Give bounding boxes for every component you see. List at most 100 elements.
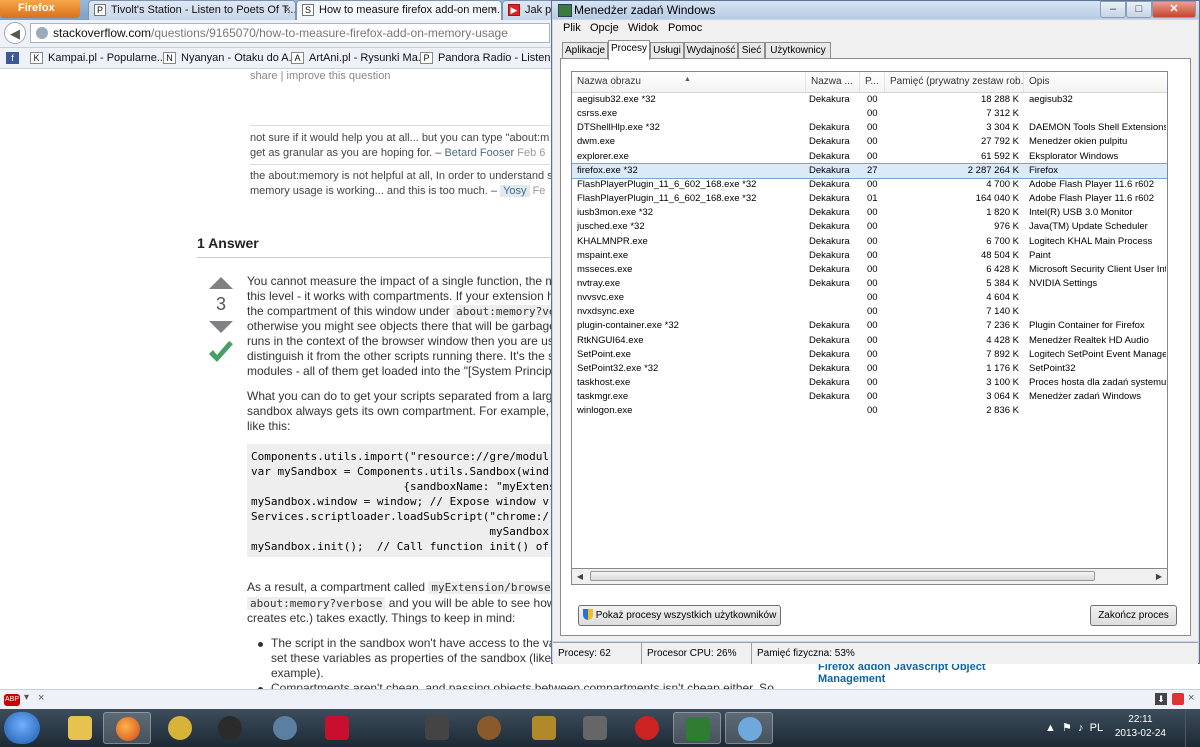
adblock-icon[interactable]: ABP [4,694,20,706]
show-all-processes-button[interactable]: Pokaż procesy wszystkich użytkowników [578,605,781,626]
start-button[interactable] [4,712,40,744]
bookmark-item[interactable]: N Nyanyan - Otaku do A... [163,50,298,66]
language-indicator[interactable]: PL [1090,722,1103,734]
column-description[interactable]: Opis [1024,72,1167,92]
taskbar-key-app[interactable] [156,712,204,744]
taskbar-steam[interactable] [206,712,254,744]
taskbar-fsw[interactable] [413,712,461,744]
process-row[interactable]: msseces.exe Dekakura 00 6 428 K Microsoft Se… [572,263,1167,277]
taskbar-file-explorer[interactable] [56,712,104,744]
volume-icon[interactable]: ♪ [1078,722,1084,734]
column-user-name[interactable]: Nazwa ... [806,72,860,92]
process-row[interactable]: mspaint.exe Dekakura 00 48 504 K Paint [572,249,1167,263]
comment-user-link[interactable]: Betard Fooser [444,147,514,159]
notification-icon[interactable] [1172,693,1184,705]
process-row[interactable]: RtkNGUI64.exe Dekakura 00 4 428 K Menedżer R… [572,334,1167,348]
tab-procesy[interactable]: Procesy [608,40,650,60]
taskbar-bug-app[interactable] [520,712,568,744]
addon-dropdown-icon[interactable]: ▾ [24,692,29,703]
facebook-bookmark[interactable]: f [6,50,19,66]
process-memory: 18 288 K [980,94,1019,105]
process-name: taskhost.exe [577,377,631,388]
process-row[interactable]: taskmgr.exe Dekakura 00 3 064 K Menedżer zad… [572,390,1167,404]
menu-plik[interactable]: Plik [563,22,581,34]
comment: get as granular as you are hoping for. –… [250,147,545,159]
close-icon[interactable]: × [1188,692,1194,704]
tab-wydajnosc[interactable]: Wydajność [684,42,738,58]
vote-up-icon[interactable] [209,277,233,289]
tab-stackoverflow[interactable]: S How to measure firefox add-on mem... × [296,0,502,20]
close-tab-icon[interactable]: × [491,1,497,19]
taskbar-zone[interactable] [313,712,361,744]
process-row[interactable]: FlashPlayerPlugin_11_6_602_168.exe *32 De… [572,178,1167,192]
site-identity-icon[interactable] [36,27,48,39]
process-row[interactable]: nvxdsync.exe 00 7 140 K [572,305,1167,319]
process-row[interactable]: jusched.exe *32 Dekakura 00 976 K Java(TM) U… [572,220,1167,234]
taskbar-game[interactable] [465,712,513,744]
process-row[interactable]: KHALMNPR.exe Dekakura 00 6 700 K Logitech KH… [572,235,1167,249]
taskbar-rainmeter[interactable] [261,712,309,744]
process-row[interactable]: aegisub32.exe *32 Dekakura 00 18 288 K aegis… [572,93,1167,107]
download-icon[interactable]: ⬇ [1155,693,1167,705]
bookmark-item[interactable]: P Pandora Radio - Listen... [420,50,560,66]
column-memory[interactable]: Pamięć (prywatny zestaw rob... [885,72,1024,92]
taskbar-media[interactable] [623,712,671,744]
process-row[interactable]: dwm.exe Dekakura 00 27 792 K Menedżer okien … [572,135,1167,149]
process-row[interactable]: nvvsvc.exe 00 4 604 K [572,291,1167,305]
scroll-right-icon[interactable]: ▶ [1151,569,1167,584]
process-row[interactable]: plugin-container.exe *32 Dekakura 00 7 236 … [572,319,1167,333]
process-row[interactable]: winlogon.exe 00 2 836 K [572,404,1167,418]
taskbar-task-manager[interactable] [673,712,721,744]
bookmark-item[interactable]: A ArtAni.pl - Rysunki Ma... [291,50,427,66]
process-row[interactable]: firefox.exe *32 Dekakura 27 2 287 264 K Fire… [572,162,1167,179]
improve-question-link[interactable]: improve this question [287,70,391,82]
taskbar-shield-game[interactable] [571,712,619,744]
scroll-left-icon[interactable]: ◀ [572,569,588,584]
process-row[interactable]: FlashPlayerPlugin_11_6_602_168.exe *32 De… [572,192,1167,206]
url-bar[interactable]: stackoverflow.com/questions/9165070/how-… [30,23,550,43]
process-row[interactable]: SetPoint32.exe *32 Dekakura 00 1 176 K SetPo… [572,362,1167,376]
close-button[interactable]: ✕ [1152,1,1196,18]
process-row[interactable]: explorer.exe Dekakura 00 61 592 K Eksplorato… [572,150,1167,164]
close-tab-icon[interactable]: × [285,1,291,19]
menu-widok[interactable]: Widok [628,22,659,34]
process-list[interactable]: ▲ Nazwa obrazu Nazwa ... P... Pamięć (pry… [571,71,1168,569]
minimize-button[interactable]: – [1100,1,1126,18]
back-button[interactable]: ◀ [4,22,26,44]
horizontal-scrollbar[interactable]: ◀ ▶ [571,569,1168,585]
process-row[interactable]: iusb3mon.exe *32 Dekakura 00 1 820 K Intel(R… [572,206,1167,220]
scrollbar-thumb[interactable] [590,571,1095,581]
bookmark-item[interactable]: K Kampai.pl - Popularne... [30,50,166,66]
show-desktop-button[interactable] [1185,709,1200,747]
process-row[interactable]: taskhost.exe Dekakura 00 3 100 K Proces host… [572,376,1167,390]
vote-down-icon[interactable] [209,321,233,333]
column-image-name[interactable]: ▲ Nazwa obrazu [572,72,806,92]
share-link[interactable]: share [250,70,278,82]
comment-user-link[interactable]: Yosy [500,185,530,197]
menu-opcje[interactable]: Opcje [590,22,619,34]
maximize-button[interactable]: □ [1126,1,1152,18]
process-name: csrss.exe [577,108,618,120]
title-bar[interactable]: Menedżer zadań Windows – □ ✕ [552,1,1199,19]
process-user [809,107,861,121]
tab-tivolt[interactable]: P Tivolt's Station - Listen to Poets Of … [88,0,296,20]
related-question-link[interactable]: Firefox addon Javascript Object Manageme… [818,661,986,685]
process-row[interactable]: DTShellHlp.exe *32 Dekakura 00 3 304 K DAEMO… [572,121,1167,135]
end-process-button[interactable]: Zakończ proces [1090,605,1177,626]
show-hidden-icons-icon[interactable]: ▲ [1045,722,1056,734]
firefox-menu-button[interactable]: Firefox [0,0,80,18]
close-addon-bar-icon[interactable]: × [38,692,44,704]
tab-siec[interactable]: Sieć [738,42,765,58]
tab-aplikacje[interactable]: Aplikacje [562,42,608,58]
process-row[interactable]: SetPoint.exe Dekakura 00 7 892 K Logitech Se… [572,348,1167,362]
process-row[interactable]: csrss.exe 00 7 312 K [572,107,1167,121]
taskbar-firefox[interactable] [103,712,151,744]
column-cpu[interactable]: P... [860,72,885,92]
taskbar-paint[interactable] [725,712,773,744]
menu-pomoc[interactable]: Pomoc [668,22,702,34]
flag-icon[interactable]: ⚑ [1062,722,1072,734]
tab-uzytkownicy[interactable]: Użytkownicy [765,42,831,58]
tab-uslugi[interactable]: Usługi [650,42,684,58]
clock[interactable]: 22:11 2013-02-24 [1115,713,1166,741]
process-row[interactable]: nvtray.exe Dekakura 00 5 384 K NVIDIA Settin… [572,277,1167,291]
